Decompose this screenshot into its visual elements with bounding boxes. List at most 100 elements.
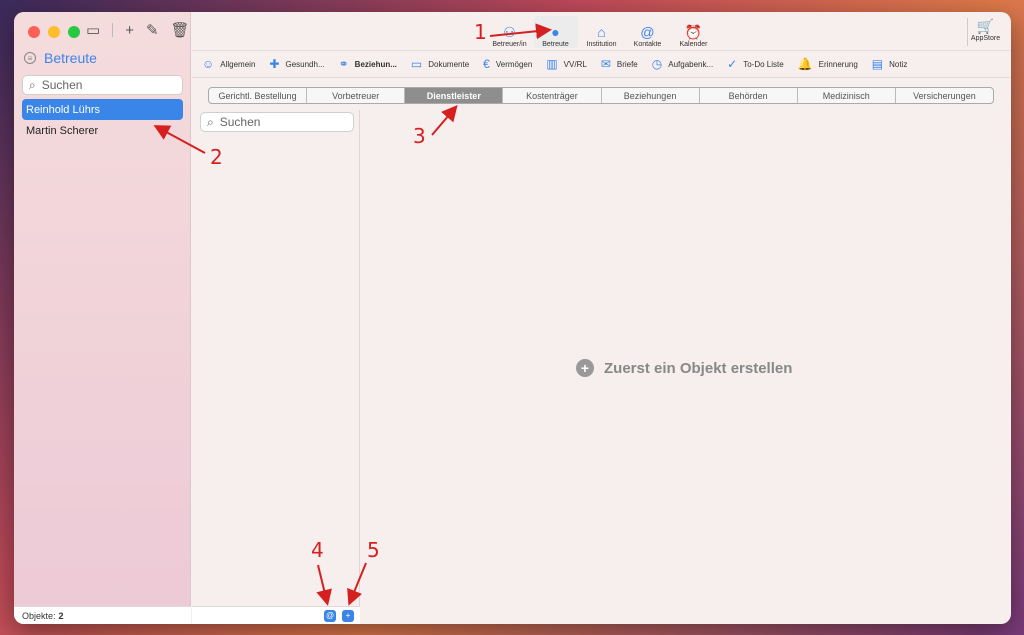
- search-placeholder: Suchen: [41, 78, 83, 92]
- app-window: ▭ + ✎ 🗑 ≡ Betreute ⌕ Suchen Reinhold Lüh…: [14, 12, 1011, 624]
- tab-label: Vermögen: [495, 59, 533, 69]
- segment[interactable]: Beziehungen: [602, 88, 700, 103]
- tab-label: Beziehun...: [354, 59, 397, 69]
- toolbar-label: Kontakte: [633, 41, 662, 48]
- minimize-window-button[interactable]: [48, 26, 60, 38]
- tab-vermoegen[interactable]: € Vermögen: [483, 57, 532, 71]
- main-toolbar: ⚇ Betreuer/in ● Betreute ⌂ Institution @ Kon…: [192, 12, 1011, 50]
- annotation-number: 1: [474, 20, 487, 44]
- main-area: ⚇ Betreuer/in ● Betreute ⌂ Institution @ Kon…: [192, 12, 1011, 624]
- tab-beziehungen[interactable]: ⚭ Beziehun...: [339, 57, 397, 71]
- tab-label: Allgemein: [220, 59, 256, 69]
- annotation-number: 3: [413, 124, 426, 148]
- annotation-number: 4: [311, 538, 324, 562]
- alarm-clock-icon: ⏰: [684, 24, 703, 40]
- bell-icon: 🔔: [797, 57, 813, 71]
- segment-active[interactable]: Dienstleister: [405, 88, 504, 103]
- toolbar-kalender-button[interactable]: ⏰ Kalender: [672, 16, 716, 48]
- tab-briefe[interactable]: ✉ Briefe: [601, 57, 638, 71]
- sidebar-toggle-icon[interactable]: ▭: [86, 21, 100, 39]
- detail-tabs: ☺ Allgemein ✚ Gesundh... ⚭ Beziehun... ▭ Dok…: [192, 50, 1011, 78]
- edit-pencil-icon[interactable]: ✎: [146, 21, 159, 39]
- letter-icon: ✉: [600, 57, 611, 71]
- clock-check-icon: ◷: [651, 57, 663, 71]
- tab-label: Erinnerung: [818, 59, 858, 69]
- search-icon: ⌕: [207, 114, 214, 129]
- at-icon[interactable]: @: [324, 609, 336, 622]
- tab-label: Briefe: [616, 59, 638, 69]
- sidebar-toolbar: ▭ + ✎ 🗑: [86, 21, 190, 40]
- sidebar-footer: Objekte: 2: [14, 606, 191, 624]
- toolbar-label: Betreute: [542, 41, 569, 48]
- euro-icon: €: [483, 57, 490, 71]
- zoom-window-button[interactable]: [68, 26, 80, 38]
- tab-label: Aufgabenk...: [668, 59, 714, 69]
- content-list-footer: @ +: [192, 606, 360, 624]
- segment[interactable]: Behörden: [700, 88, 798, 103]
- sidebar: ▭ + ✎ 🗑 ≡ Betreute ⌕ Suchen Reinhold Lüh…: [14, 12, 191, 624]
- tab-label: Notiz: [889, 59, 908, 69]
- tab-label: VV/RL: [563, 59, 587, 69]
- tab-erinnerung[interactable]: 🔔 Erinnerung: [798, 57, 858, 71]
- segment[interactable]: Vorbetreuer: [307, 88, 406, 103]
- sidebar-search-input[interactable]: ⌕ Suchen: [22, 75, 183, 95]
- tab-label: Gesundh...: [285, 59, 325, 69]
- toolbar-institution-button[interactable]: ⌂ Institution: [580, 16, 624, 48]
- sidebar-header: ≡ Betreute: [24, 50, 97, 66]
- plus-circle-icon: +: [576, 359, 594, 377]
- segment[interactable]: Medizinisch: [798, 88, 896, 103]
- appstore-label: AppStore: [970, 35, 1001, 42]
- person-outline-icon: ☺: [202, 57, 215, 71]
- search-placeholder: Suchen: [219, 115, 261, 129]
- toolbar-label: Betreuer/in: [492, 41, 527, 48]
- objects-count-value: 2: [58, 610, 64, 621]
- person-group-icon: ⚇: [503, 24, 516, 40]
- tab-dokumente[interactable]: ▭ Dokumente: [411, 57, 469, 71]
- tab-todo[interactable]: ✓ To-Do Liste: [727, 57, 784, 71]
- annotation-number: 2: [210, 145, 223, 169]
- toolbar-divider: [112, 23, 114, 37]
- segment[interactable]: Gerichtl. Bestellung: [209, 88, 308, 103]
- building-icon: ⌂: [597, 24, 606, 40]
- toolbar-betreuer-button[interactable]: ⚇ Betreuer/in: [488, 16, 532, 48]
- tab-notiz[interactable]: ▤ Notiz: [872, 57, 908, 71]
- content-search-input[interactable]: ⌕ Suchen: [200, 112, 354, 132]
- empty-state[interactable]: + Zuerst ein Objekt erstellen: [576, 359, 792, 377]
- note-icon: ▤: [871, 57, 884, 71]
- person-list: Reinhold Lührs Martin Scherer: [22, 99, 183, 141]
- tab-gesundheit[interactable]: ✚ Gesundh...: [269, 57, 324, 71]
- annotation-number: 5: [367, 538, 380, 562]
- segment[interactable]: Versicherungen: [896, 88, 993, 103]
- relationship-icon: ⚭: [338, 57, 349, 71]
- folder-icon: ▭: [410, 57, 423, 71]
- toolbar-betreute-button[interactable]: ● Betreute: [533, 16, 578, 48]
- content-list-pane: ⌕ Suchen @ +: [192, 110, 360, 624]
- close-window-button[interactable]: [28, 26, 40, 38]
- list-item-label: Reinhold Lührs: [26, 103, 100, 116]
- at-icon: @: [640, 24, 655, 40]
- toolbar-kontakte-button[interactable]: @ Kontakte: [626, 16, 670, 48]
- add-circle-icon[interactable]: +: [342, 609, 354, 622]
- cart-icon: 🛒: [976, 18, 995, 34]
- list-item[interactable]: Martin Scherer: [22, 120, 183, 141]
- person-icon: ●: [551, 24, 560, 40]
- documents-icon: ▥: [546, 57, 558, 71]
- empty-state-message: Zuerst ein Objekt erstellen: [604, 359, 793, 377]
- add-icon[interactable]: +: [125, 22, 134, 39]
- list-item[interactable]: Reinhold Lührs: [22, 99, 183, 120]
- tab-label: To-Do Liste: [743, 59, 784, 69]
- tab-label: Dokumente: [428, 59, 470, 69]
- toolbar-label: Kalender: [679, 41, 708, 48]
- objects-count-label: Objekte:: [22, 610, 56, 621]
- category-segmented-control: Gerichtl. Bestellung Vorbetreuer Dienstl…: [208, 87, 994, 104]
- tab-vvrl[interactable]: ▥ VV/RL: [546, 57, 586, 71]
- medical-kit-icon: ✚: [269, 57, 280, 71]
- checkmark-circle-icon: ✓: [727, 57, 738, 71]
- toolbar-label: Institution: [586, 41, 617, 48]
- filter-icon[interactable]: ≡: [24, 52, 36, 64]
- trash-icon[interactable]: 🗑: [171, 21, 190, 39]
- tab-aufgaben[interactable]: ◷ Aufgabenk...: [652, 57, 713, 71]
- appstore-button[interactable]: 🛒 AppStore: [967, 18, 1003, 46]
- segment[interactable]: Kostenträger: [503, 88, 602, 103]
- tab-allgemein[interactable]: ☺ Allgemein: [202, 57, 255, 71]
